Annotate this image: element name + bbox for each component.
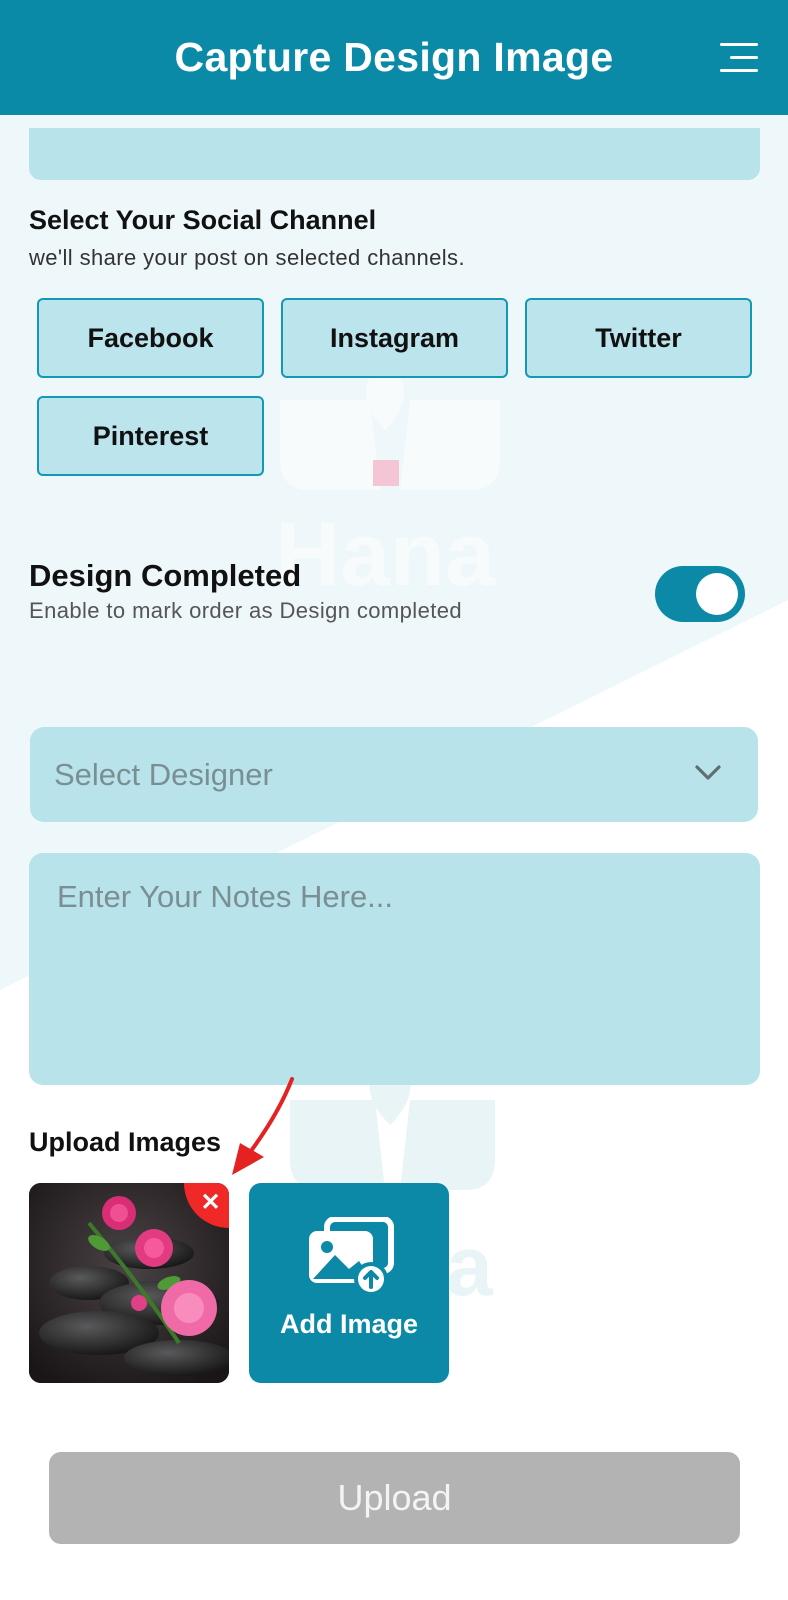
menu-icon[interactable] (718, 43, 758, 73)
toggle-knob (696, 573, 738, 615)
design-completed-subtitle: Enable to mark order as Design completed (29, 598, 462, 623)
notes-input[interactable] (29, 853, 760, 1085)
channel-instagram-button[interactable]: Instagram (281, 298, 508, 378)
channel-twitter-button[interactable]: Twitter (525, 298, 752, 378)
red-arrow-annotation-icon (232, 1077, 294, 1175)
social-channel-title: Select Your Social Channel (29, 205, 377, 235)
app-header: Capture Design Image (0, 0, 788, 115)
main-content: Select Your Social Channel we'll share y… (0, 0, 788, 1600)
chevron-down-icon (695, 765, 721, 780)
select-designer-placeholder: Select Designer (54, 757, 273, 792)
channel-facebook-button[interactable]: Facebook (37, 298, 264, 378)
upload-images-title: Upload Images (29, 1127, 222, 1157)
design-completed-toggle[interactable] (655, 566, 745, 622)
close-icon: ✕ (200, 1189, 221, 1216)
add-image-label: Add Image (279, 1309, 419, 1339)
page-title: Capture Design Image (174, 34, 614, 80)
upload-button[interactable]: Upload (49, 1452, 740, 1544)
top-input-field[interactable] (29, 128, 760, 180)
design-completed-title: Design Completed (29, 558, 302, 593)
select-designer-dropdown[interactable]: Select Designer (30, 727, 758, 822)
add-image-button[interactable]: Add Image (249, 1183, 449, 1383)
add-image-icon (309, 1217, 394, 1296)
social-channel-subtitle: we'll share your post on selected channe… (29, 245, 465, 270)
channel-pinterest-button[interactable]: Pinterest (37, 396, 264, 476)
